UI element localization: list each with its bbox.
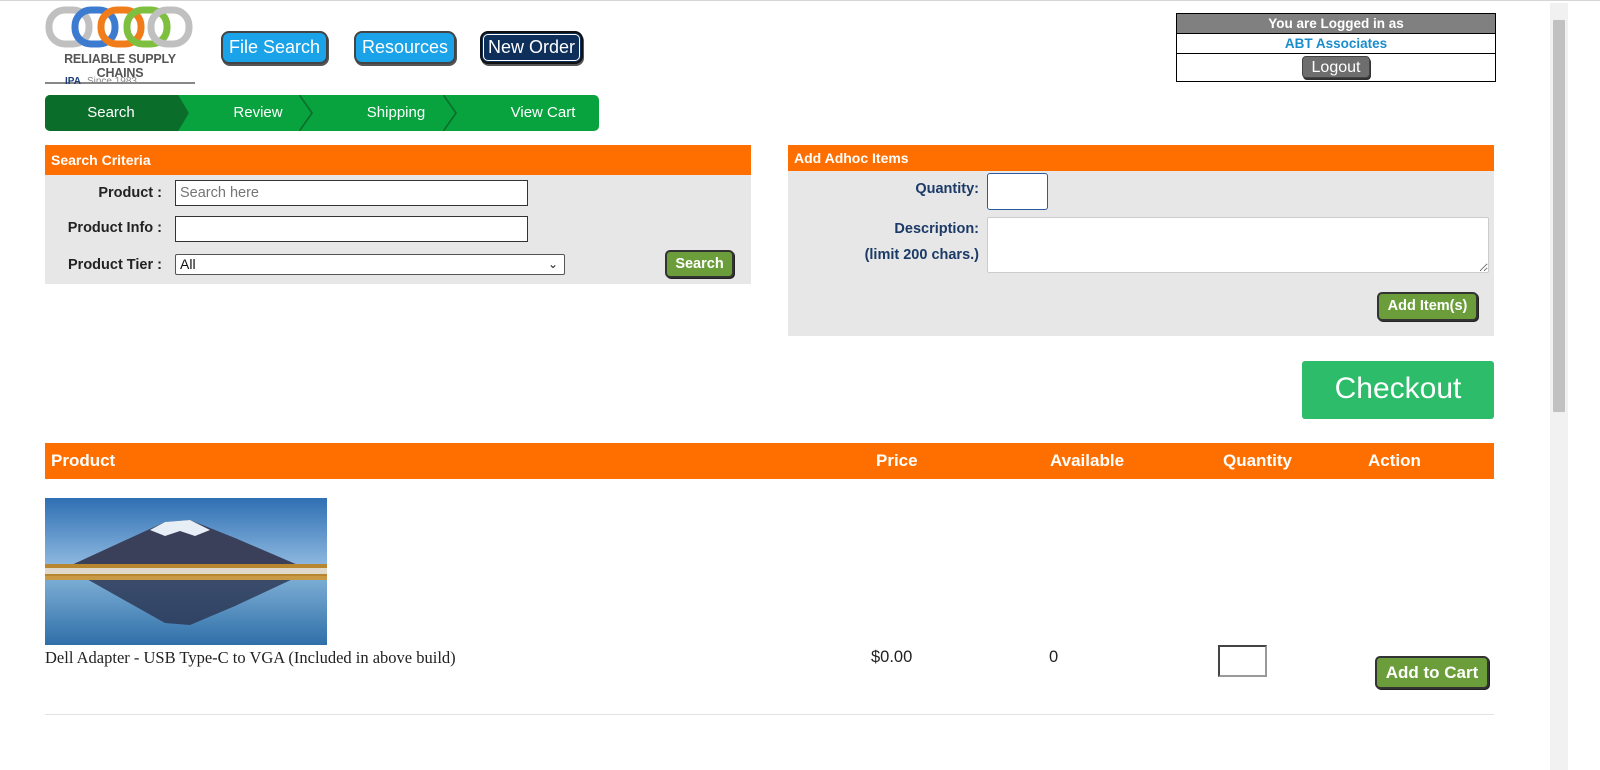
column-action: Action <box>1368 451 1421 470</box>
column-quantity: Quantity <box>1223 451 1292 470</box>
search-criteria-header: Search Criteria <box>45 145 751 175</box>
product-info-input[interactable] <box>175 216 528 242</box>
scrollbar-thumb[interactable] <box>1553 20 1565 412</box>
adhoc-items-panel: Quantity: Description: (limit 200 chars.… <box>788 171 1494 336</box>
product-price: $0.00 <box>871 648 913 666</box>
logout-button[interactable]: Logout <box>1302 56 1370 78</box>
product-tier-value: All <box>180 256 196 272</box>
adhoc-quantity-input[interactable] <box>987 173 1048 210</box>
product-tier-label: Product Tier : <box>68 257 162 273</box>
search-button[interactable]: Search <box>665 250 734 278</box>
product-table-header: Product Price Available Quantity Action <box>45 443 1494 479</box>
step-view-cart[interactable]: View Cart <box>473 95 599 131</box>
adhoc-description-textarea[interactable] <box>987 217 1489 273</box>
file-search-button[interactable]: File Search <box>221 31 328 64</box>
product-search-input[interactable] <box>175 180 528 206</box>
product-info-label: Product Info : <box>67 220 162 236</box>
chain-links-icon <box>45 6 193 48</box>
order-steps: Search Review Shipping View Cart <box>45 95 599 131</box>
quantity-input[interactable] <box>1218 645 1267 677</box>
step-divider <box>297 95 311 131</box>
row-divider <box>45 714 1494 715</box>
company-logo[interactable]: RELIABLE SUPPLY CHAINS IPA Since 1983 <box>45 4 195 92</box>
column-price: Price <box>876 451 918 470</box>
product-name: Dell Adapter - USB Type-C to VGA (Includ… <box>45 648 456 667</box>
checkout-button[interactable]: Checkout <box>1302 361 1494 419</box>
product-label: Product : <box>98 185 162 201</box>
new-order-button[interactable]: New Order <box>480 31 583 64</box>
search-criteria-panel: Product : Product Info : Product Tier : … <box>45 175 751 284</box>
top-border <box>0 0 1600 3</box>
add-items-button[interactable]: Add Item(s) <box>1377 292 1478 321</box>
step-search[interactable]: Search <box>45 95 177 131</box>
column-product: Product <box>51 451 116 470</box>
logo-since: Since 1983 <box>86 76 137 87</box>
product-image <box>45 498 327 645</box>
login-header: You are Logged in as <box>1177 14 1495 34</box>
resources-button[interactable]: Resources <box>354 31 456 64</box>
step-divider <box>177 95 189 131</box>
product-tier-select[interactable]: All ⌄ <box>175 254 565 275</box>
column-available: Available <box>1050 451 1125 470</box>
adhoc-description-label: Description: <box>894 221 979 237</box>
product-available: 0 <box>1049 648 1059 666</box>
logo-subtitle: IPA Since 1983 <box>65 76 137 87</box>
step-divider <box>441 95 455 131</box>
chevron-down-icon: ⌄ <box>547 257 558 271</box>
add-to-cart-button[interactable]: Add to Cart <box>1375 656 1489 689</box>
logged-in-user: ABT Associates <box>1177 34 1495 54</box>
adhoc-limit-label: (limit 200 chars.) <box>864 247 979 263</box>
adhoc-items-header: Add Adhoc Items <box>788 145 1494 171</box>
logo-formerly: IPA <box>65 76 81 87</box>
adhoc-quantity-label: Quantity: <box>915 181 979 197</box>
login-panel: You are Logged in as ABT Associates Logo… <box>1176 13 1496 82</box>
